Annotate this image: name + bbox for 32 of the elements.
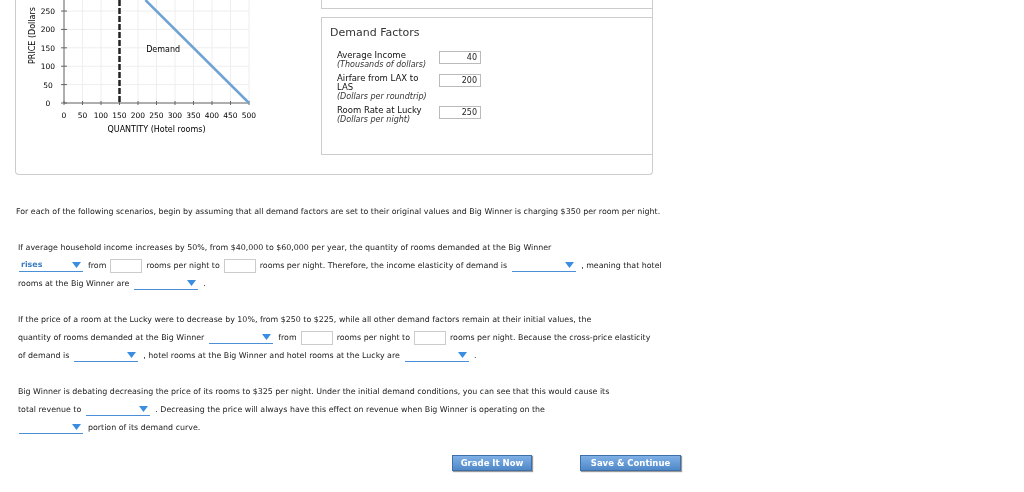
answer-dropdown[interactable] (19, 421, 83, 434)
factor-input[interactable]: 200 (439, 74, 481, 87)
answer-dropdown[interactable] (134, 277, 199, 290)
caret-icon (127, 352, 137, 359)
x-axis-label: QUANTITY (Hotel rooms) (107, 125, 206, 134)
factor-unit: (Dollars per roundtrip) (337, 92, 428, 101)
answer-input[interactable] (223, 258, 256, 273)
demand-label: Demand (146, 44, 181, 54)
caret-icon (72, 424, 81, 431)
answer-input[interactable] (414, 330, 446, 345)
factor-unit: (Dollars per night) (337, 115, 411, 124)
factor-unit: (Thousands of dollars) (337, 60, 428, 69)
caret-icon (565, 262, 575, 269)
caret-icon (262, 334, 272, 341)
caret-icon (457, 352, 467, 359)
factor-label: Airfare from LAX to LAS (337, 74, 420, 92)
answer-input[interactable] (300, 330, 333, 345)
answer-dropdown[interactable] (86, 403, 151, 416)
answer-dropdown[interactable] (404, 349, 469, 362)
caret-icon (139, 406, 149, 413)
panel-title: Demand Factors (330, 26, 421, 39)
factor-input[interactable]: 250 (439, 106, 481, 119)
answer-dropdown[interactable] (209, 331, 274, 344)
answer-input[interactable] (110, 258, 143, 273)
answer-dropdown[interactable] (512, 259, 577, 272)
caret-icon (187, 280, 197, 287)
answer-dropdown[interactable] (74, 349, 139, 362)
caret-icon (72, 262, 81, 269)
y-axis-label: PRICE (Dollars (28, 7, 37, 64)
factor-label: Room Rate at Lucky (337, 106, 423, 115)
factor-label: Average Income (337, 51, 406, 60)
factor-input[interactable]: 40 (439, 51, 481, 64)
